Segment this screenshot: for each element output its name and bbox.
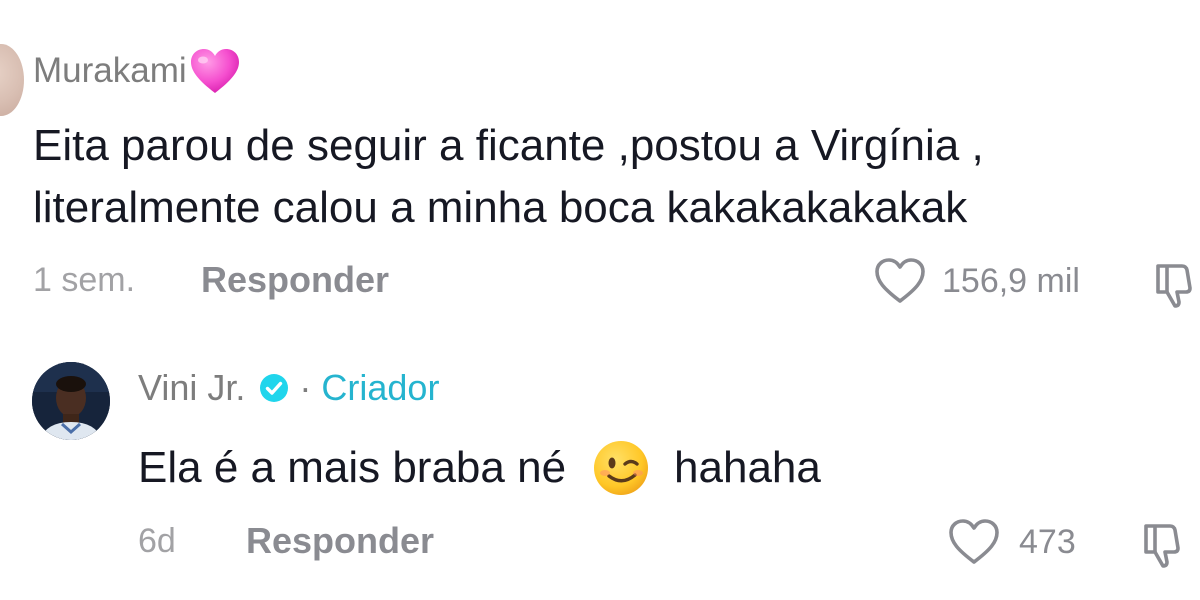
comment-text-after: hahaha xyxy=(674,443,821,492)
thumbs-down-icon[interactable] xyxy=(1152,258,1200,310)
comment-text: Eita parou de seguir a ficante ,postou a… xyxy=(33,115,1183,239)
comment-username[interactable]: Murakami xyxy=(33,44,241,96)
winking-face-emoji xyxy=(594,441,649,495)
comment-text-before: Ela é a mais braba né xyxy=(138,443,567,492)
heart-outline-icon[interactable] xyxy=(874,257,926,305)
creator-label: Criador xyxy=(321,367,440,408)
verified-badge-icon xyxy=(260,374,289,402)
avatar[interactable] xyxy=(0,44,24,116)
pink-heart-emoji xyxy=(190,49,239,93)
heart-outline-icon[interactable] xyxy=(948,518,1000,566)
reply-button[interactable]: Responder xyxy=(246,523,434,559)
comment-timestamp: 6d xyxy=(138,522,176,560)
comment-text-line: Eita parou de seguir a ficante ,postou a… xyxy=(33,121,984,170)
thumbs-down-icon[interactable] xyxy=(1140,518,1192,570)
username-text: Murakami xyxy=(33,50,187,90)
like-count: 473 xyxy=(1019,523,1076,561)
avatar-photo xyxy=(32,362,110,440)
comment-text: Ela é a mais braba né hahaha xyxy=(138,437,821,499)
comment-thread: Murakami Eita parou de seguir a ficante … xyxy=(0,0,1200,600)
separator-dot: · xyxy=(299,367,312,408)
reply-button[interactable]: Responder xyxy=(201,262,389,298)
username-text: Vini Jr. xyxy=(138,367,246,408)
comment-text-line: literalmente calou a minha boca kakakaka… xyxy=(33,183,968,232)
avatar[interactable] xyxy=(32,362,110,440)
comment-timestamp: 1 sem. xyxy=(33,261,136,299)
like-count: 156,9 mil xyxy=(942,262,1080,300)
comment-username[interactable]: Vini Jr. · Criador xyxy=(138,370,439,406)
